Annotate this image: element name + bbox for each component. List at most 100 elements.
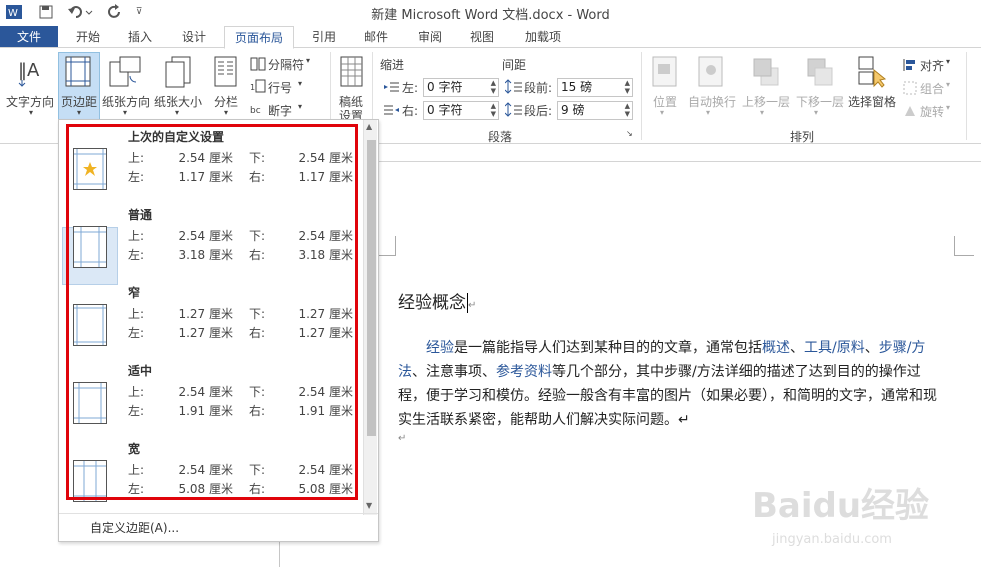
rotate-icon: [903, 104, 917, 121]
paragraph-group-label: 段落: [488, 130, 513, 144]
send-backward-button[interactable]: 下移一层: [794, 93, 846, 110]
watermark-logo: Baidu经验: [752, 486, 930, 526]
chevron-down-icon: ▾: [174, 108, 179, 117]
spacing-after-value: 9 磅: [561, 103, 585, 117]
dialog-launcher-icon[interactable]: ↘: [626, 129, 633, 138]
indent-left-value: 0 字符: [427, 80, 463, 94]
indent-left-icon: [384, 81, 400, 98]
svg-text:bc: bc: [250, 106, 261, 116]
spacing-before-icon: [504, 79, 523, 98]
custom-margins-menu-item[interactable]: 自定义边距(A)...: [90, 519, 179, 536]
selection-pane-button[interactable]: 选择窗格: [846, 93, 898, 110]
indent-left-input[interactable]: 0 字符 ▲ ▼: [423, 78, 499, 97]
watermark-url: jingyan.baidu.com: [772, 532, 892, 547]
wrap-text-icon: [698, 56, 724, 91]
spin-arrows-icon[interactable]: ▲ ▼: [491, 79, 496, 95]
spacing-before-label: 段前:: [524, 81, 553, 95]
chevron-down-icon: ▾: [122, 108, 127, 117]
tab-page-layout[interactable]: 页面布局: [224, 26, 294, 49]
chevron-down-icon: ▾: [660, 108, 665, 117]
body-link-references[interactable]: 参考资料: [496, 364, 552, 380]
wrap-text-button[interactable]: 自动换行: [686, 93, 738, 110]
orientation-icon: [108, 56, 142, 91]
dropdown-scrollbar[interactable]: ▲ ▼: [363, 120, 377, 515]
position-icon: [652, 56, 678, 91]
indent-right-input[interactable]: 0 字符 ▲ ▼: [423, 101, 499, 120]
chevron-down-icon: ▾: [306, 56, 311, 65]
line-numbers-button[interactable]: 行号: [268, 79, 292, 96]
align-button[interactable]: 对齐: [920, 57, 944, 74]
svg-text:1: 1: [250, 83, 255, 92]
body-link-tools[interactable]: 工具/原料: [804, 340, 865, 356]
margins-icon: [64, 56, 94, 91]
selection-pane-icon: [858, 56, 887, 91]
tab-view[interactable]: 视图: [462, 26, 502, 48]
tab-insert[interactable]: 插入: [120, 26, 160, 48]
indent-right-value: 0 字符: [427, 103, 463, 117]
document-heading[interactable]: 经验概念 ↵: [398, 288, 476, 313]
scroll-up-icon[interactable]: ▲: [366, 122, 372, 131]
breaks-icon: [250, 57, 266, 74]
spacing-before-input[interactable]: 15 磅 ▲ ▼: [557, 78, 633, 97]
paper-size-icon: [164, 56, 192, 91]
chevron-down-icon: ▾: [76, 108, 81, 117]
tab-mailings[interactable]: 邮件: [356, 26, 396, 48]
document-body[interactable]: 经验是一篇能指导人们达到某种目的的文章，通常包括概述、工具/原料、步骤/方法、注…: [398, 336, 946, 446]
scroll-thumb[interactable]: [367, 140, 376, 436]
body-link-overview[interactable]: 概述: [762, 340, 790, 356]
paragraph-mark: ↵: [398, 433, 407, 444]
tab-review[interactable]: 审阅: [410, 26, 450, 48]
scroll-down-icon[interactable]: ▼: [366, 501, 372, 510]
spacing-after-label: 段后:: [524, 104, 553, 118]
chevron-down-icon: ▾: [814, 108, 819, 117]
ribbon-tabs: 文件 开始 插入 设计 页面布局 引用 邮件 审阅 视图 加载项: [0, 26, 981, 49]
tab-design[interactable]: 设计: [174, 26, 214, 48]
bring-forward-button[interactable]: 上移一层: [740, 93, 792, 110]
tab-addins[interactable]: 加载项: [518, 26, 568, 48]
group-button[interactable]: 组合: [920, 80, 944, 97]
separator: [641, 52, 642, 140]
align-icon: [903, 58, 917, 75]
indent-heading: 缩进: [380, 58, 405, 72]
columns-icon: [214, 56, 238, 91]
spacing-before-value: 15 磅: [561, 80, 593, 94]
margin-corner-mark: [376, 236, 396, 256]
chevron-down-icon: ▾: [946, 80, 951, 89]
chevron-down-icon: ▾: [946, 103, 951, 112]
indent-right-icon: [384, 104, 400, 121]
tab-references[interactable]: 引用: [304, 26, 344, 48]
page-edge: [279, 161, 981, 162]
breaks-button[interactable]: 分隔符: [268, 56, 304, 73]
tab-home[interactable]: 开始: [68, 26, 108, 48]
chevron-down-icon: ▾: [706, 108, 711, 117]
indent-left-label: 左:: [402, 81, 419, 95]
position-button[interactable]: 位置: [646, 93, 684, 110]
chevron-down-icon: ▾: [298, 79, 303, 88]
body-text: 是一篇能指导人们达到某种目的的文章，通常包括: [454, 340, 762, 356]
indent-right-label: 右:: [402, 104, 419, 118]
body-text: 、: [864, 340, 879, 356]
hyphenation-icon: bc: [250, 102, 266, 119]
window-title: 新建 Microsoft Word 文档.docx - Word: [371, 8, 610, 23]
chevron-down-icon: ▾: [298, 102, 303, 111]
line-numbers-icon: 1: [250, 79, 266, 96]
arrange-group-label: 排列: [790, 130, 815, 144]
tab-file[interactable]: 文件: [0, 26, 58, 48]
spacing-after-icon: [504, 102, 523, 121]
hyphenation-button[interactable]: 断字: [268, 102, 292, 119]
spin-arrows-icon[interactable]: ▲ ▼: [625, 79, 630, 95]
body-text: 、注意事项、: [412, 364, 496, 380]
chevron-down-icon: ▾: [760, 108, 765, 117]
document-heading-text: 经验概念: [398, 293, 466, 313]
chevron-down-icon: ▾: [223, 108, 228, 117]
spin-arrows-icon[interactable]: ▲ ▼: [625, 102, 630, 118]
spin-arrows-icon[interactable]: ▲ ▼: [491, 102, 496, 118]
body-link-jingyan[interactable]: 经验: [426, 340, 454, 356]
group-icon: [903, 81, 917, 98]
highlight-annotation-box: [66, 124, 358, 500]
spacing-after-input[interactable]: 9 磅 ▲ ▼: [557, 101, 633, 120]
spacing-heading: 间距: [502, 58, 527, 72]
paragraph-mark: ↵: [468, 300, 477, 311]
rotate-button[interactable]: 旋转: [920, 103, 944, 120]
menu-divider: [59, 513, 378, 514]
